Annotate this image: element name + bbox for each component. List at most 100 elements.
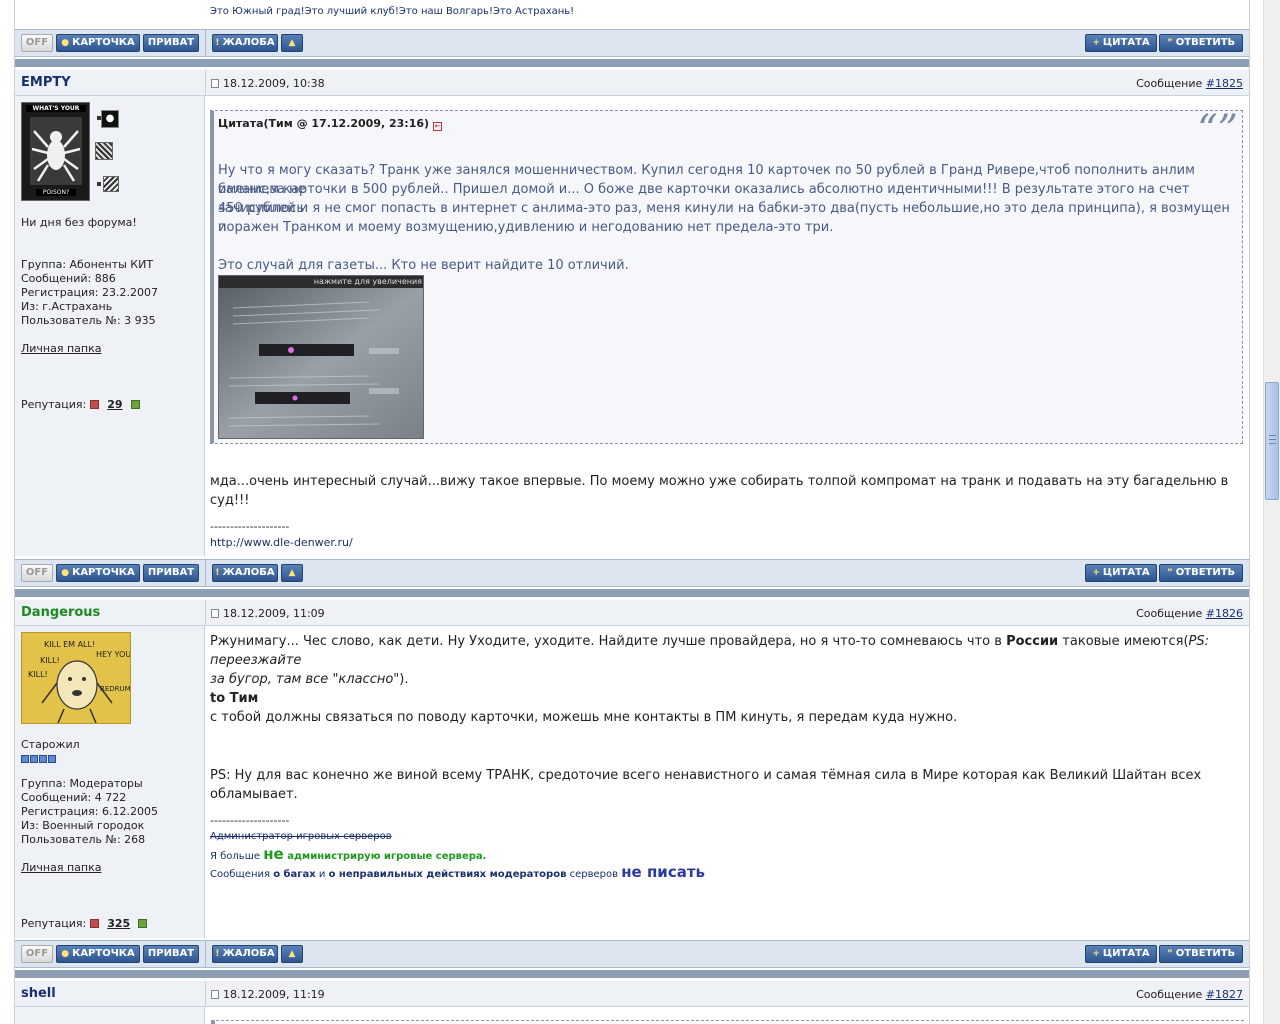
signature-line: Я больше не администрирую игровые сервер…: [210, 845, 487, 863]
plus-icon: +: [1092, 568, 1100, 578]
reputation-value-link[interactable]: 325: [107, 917, 130, 930]
post-text: мда...очень интересный случай...вижу так…: [210, 474, 1229, 508]
arrow-up-icon: ▲: [288, 568, 296, 578]
post-divider: [15, 970, 1249, 978]
quote-button[interactable]: + ЦИТАТА: [1085, 564, 1157, 582]
scrollbar-thumb[interactable]: [1265, 382, 1279, 500]
avatar-word: HEY YOU!: [96, 650, 131, 659]
avatar: KILL EM ALL! KILL! HEY YOU! KILL! REDRUM: [21, 632, 131, 724]
user-registered: Регистрация: 23.2.2007: [21, 286, 158, 299]
message-number: Сообщение #1826: [1136, 607, 1243, 620]
quote-marks-icon: ”: [1166, 38, 1173, 48]
forum-page: Это Южный град!Это лучший клуб!Это наш В…: [14, 0, 1250, 1024]
reply-button[interactable]: ” ОТВЕТИТЬ: [1159, 945, 1243, 963]
quote-marks-icon: ”: [1166, 568, 1173, 578]
user-icon: ●: [61, 38, 70, 48]
message-number-link[interactable]: #1825: [1206, 77, 1243, 90]
message-number-link[interactable]: #1826: [1206, 607, 1243, 620]
avatar-image: KILL EM ALL! KILL! HEY YOU! KILL! REDRUM: [22, 633, 131, 723]
user-profile: KILL EM ALL! KILL! HEY YOU! KILL! REDRUM…: [15, 626, 205, 938]
personal-folder-link[interactable]: Личная папка: [21, 342, 101, 355]
signature-separator: --------------------: [210, 520, 290, 533]
message-number: Сообщение #1825: [1136, 77, 1243, 90]
post-text: Ржунимагу... Чес слово, как дети. Ну Ухо…: [210, 634, 1209, 687]
online-status-button[interactable]: OFF: [21, 945, 53, 963]
card-button[interactable]: ● КАРТОЧКА: [56, 564, 140, 582]
username-link[interactable]: Dangerous: [21, 605, 100, 620]
avatar-word: KILL EM ALL!: [44, 640, 95, 649]
complaint-button[interactable]: ! ЖАЛОБА: [212, 945, 278, 963]
complaint-button[interactable]: ! ЖАЛОБА: [212, 564, 278, 582]
reputation-value-link[interactable]: 29: [107, 398, 122, 411]
user-messages: Сообщений: 886: [21, 272, 116, 285]
plus-icon: +: [1092, 949, 1100, 959]
reputation-plus-button[interactable]: [138, 919, 148, 928]
goto-quote-icon[interactable]: ←: [433, 122, 443, 131]
post-actions-bar: OFF ● КАРТОЧКА ПРИВАТ ! ЖАЛОБА ▲ + ЦИТАТА ”…: [15, 940, 1249, 968]
username-link[interactable]: EMPTY: [21, 75, 71, 90]
bomb-icon: ●: [101, 110, 119, 128]
signature-link[interactable]: http://www.dle-denwer.ru/: [210, 536, 353, 549]
avatar-word: KILL!: [40, 656, 60, 665]
reply-button[interactable]: ” ОТВЕТИТЬ: [1159, 34, 1243, 52]
private-message-button[interactable]: ПРИВАТ: [143, 34, 199, 52]
post-divider: [15, 589, 1249, 597]
scroll-top-button[interactable]: ▲: [281, 34, 303, 52]
card-button[interactable]: ● КАРТОЧКА: [56, 34, 140, 52]
post-header: Dangerous 18.12.2009, 11:09 Сообщение #1…: [15, 600, 1249, 626]
post-actions-bar: OFF ● КАРТОЧКА ПРИВАТ ! ЖАЛОБА ▲ + ЦИТАТА ”…: [15, 29, 1249, 57]
quote-button[interactable]: + ЦИТАТА: [1085, 945, 1157, 963]
scroll-top-button[interactable]: ▲: [281, 945, 303, 963]
quote-block: Цитата(Тим @ 17.12.2009, 23:16) ← “” Ну ч…: [210, 107, 1243, 444]
quote-line: Это случай для газеты... Кто не верит на…: [218, 258, 629, 273]
reputation-plus-button[interactable]: [130, 400, 140, 409]
user-icon: ●: [61, 949, 70, 959]
signature-separator: --------------------: [210, 814, 290, 827]
online-status-button[interactable]: OFF: [21, 564, 53, 582]
complaint-button[interactable]: ! ЖАЛОБА: [212, 34, 278, 52]
username-link[interactable]: shell: [21, 986, 56, 1001]
card-button[interactable]: ● КАРТОЧКА: [56, 945, 140, 963]
user-messages: Сообщений: 4 722: [21, 791, 127, 804]
personal-folder-link[interactable]: Личная папка: [21, 861, 101, 874]
quote-marks-icon: ”: [1166, 949, 1173, 959]
plus-icon: +: [1092, 38, 1100, 48]
scrollbar-track[interactable]: [1263, 0, 1280, 1024]
exclamation-icon: !: [215, 949, 220, 959]
online-status-button[interactable]: OFF: [21, 34, 53, 52]
post-body: Ржунимагу... Чес слово, как дети. Ну Ухо…: [206, 626, 1249, 938]
arrow-up-icon: ▲: [288, 949, 296, 959]
post-header: EMPTY 18.12.2009, 10:38 Сообщение #1825: [15, 70, 1249, 96]
post-header: shell 18.12.2009, 11:19 Сообщение #1827: [15, 981, 1249, 1007]
quote-marks-icon: “”: [1197, 107, 1238, 153]
exclamation-icon: !: [215, 38, 220, 48]
page-icon: [211, 990, 219, 999]
user-from: Из: Военный городок: [21, 819, 145, 832]
user-group: Группа: Модераторы: [21, 777, 143, 790]
rank-pips: [21, 753, 56, 766]
post-body: Цитата(Тим @ 17.12.2009, 23:16) ← “” Ну ч…: [206, 96, 1249, 556]
post-date: 18.12.2009, 11:19: [211, 988, 325, 1001]
post-text: PS: Ну для вас конечно же виной всему ТР…: [210, 768, 1202, 802]
signature-strikethrough: Администратор игровых серверов: [210, 831, 392, 842]
quote-block: [211, 1020, 1244, 1024]
scroll-top-button[interactable]: ▲: [281, 564, 303, 582]
private-message-button[interactable]: ПРИВАТ: [143, 564, 199, 582]
attached-photo-thumbnail[interactable]: нажмите для увеличения: [218, 275, 424, 439]
quote-button[interactable]: + ЦИТАТА: [1085, 34, 1157, 52]
user-icon: ●: [61, 568, 70, 578]
reputation-minus-button[interactable]: [90, 919, 100, 928]
post-text-addressee: to Тим: [210, 691, 259, 706]
post-date: 18.12.2009, 10:38: [211, 77, 325, 90]
reputation: Репутация: 29: [21, 398, 144, 411]
signature-url[interactable]: http://www.dle-denwer.ru/: [210, 536, 353, 549]
qr-code-icon: [95, 142, 113, 160]
private-message-button[interactable]: ПРИВАТ: [143, 945, 199, 963]
reputation-minus-button[interactable]: [90, 400, 100, 409]
reply-button[interactable]: ” ОТВЕТИТЬ: [1159, 564, 1243, 582]
user-group: Группа: Абоненты КИТ: [21, 258, 154, 271]
quote-header: Цитата(Тим @ 17.12.2009, 23:16) ←: [218, 117, 443, 131]
spider-icon: [30, 117, 82, 185]
message-number-link[interactable]: #1827: [1206, 988, 1243, 1001]
avatar: WHAT'S YOUR POISON?: [21, 102, 90, 201]
